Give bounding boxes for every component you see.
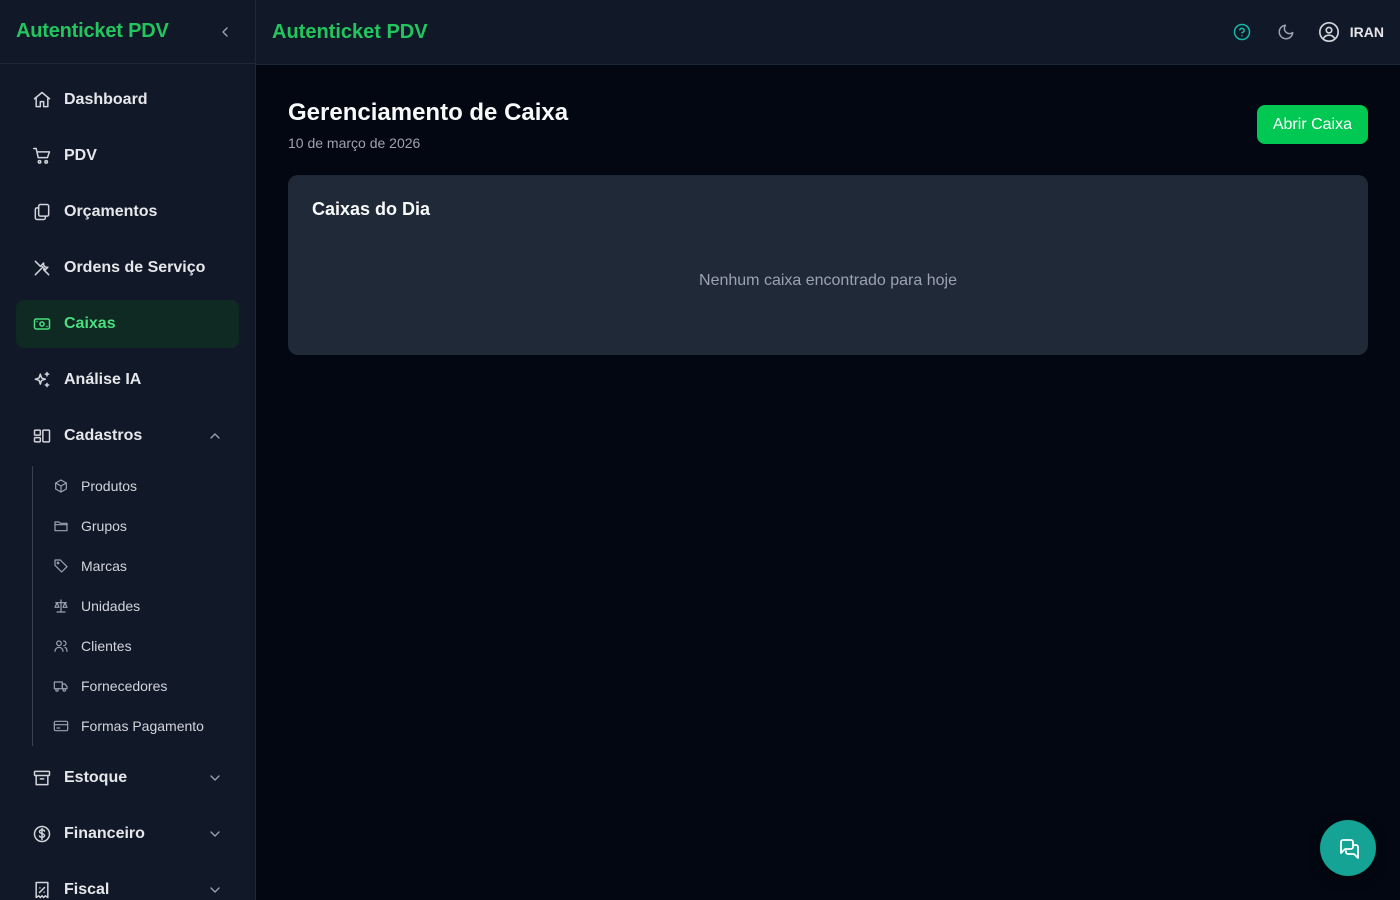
- topbar-actions: IRAN: [1230, 20, 1384, 44]
- sidebar-item-caixas[interactable]: Caixas: [16, 300, 239, 348]
- sidebar-subitem-unidades[interactable]: Unidades: [53, 586, 239, 626]
- chevron-left-icon: [222, 26, 228, 37]
- dollar-icon: [32, 824, 52, 844]
- cart-icon: [32, 146, 52, 166]
- tag-icon: [53, 558, 69, 574]
- collapse-sidebar-button[interactable]: [211, 18, 239, 46]
- chat-icon: [1340, 839, 1359, 859]
- help-button[interactable]: [1230, 20, 1254, 44]
- sidebar-item-label: Cadastros: [64, 427, 143, 444]
- main-content: Gerenciamento de Caixa 10 de março de 20…: [256, 65, 1400, 900]
- user-name: IRAN: [1349, 24, 1384, 40]
- card-icon: [53, 718, 69, 734]
- sidebar-item-label: Dashboard: [64, 91, 148, 108]
- sidebar-item-cadastros[interactable]: Cadastros: [16, 412, 239, 460]
- user-circle-icon: [1318, 22, 1339, 42]
- tools-icon: [32, 258, 52, 278]
- topbar-title: Autenticket PDV: [272, 20, 428, 43]
- page-heading: Gerenciamento de Caixa 10 de março de 20…: [288, 97, 568, 151]
- sidebar-item-label: PDV: [64, 147, 97, 164]
- topbar: Autenticket PDV IRAN: [256, 0, 1400, 65]
- open-cash-register-button[interactable]: Abrir Caixa: [1256, 105, 1368, 144]
- sidebar-item-dashboard[interactable]: Dashboard: [16, 76, 239, 124]
- sidebar-item-financeiro[interactable]: Financeiro: [16, 810, 239, 858]
- sidebar-item-analise-ia[interactable]: Análise IA: [16, 356, 239, 404]
- archive-icon: [32, 768, 52, 788]
- sidebar-item-label: Financeiro: [64, 825, 145, 842]
- moon-icon: [1278, 24, 1294, 40]
- sidebar: Autenticket PDV Dashboard PDV Orçamentos…: [0, 0, 256, 900]
- page-title: Gerenciamento de Caixa: [288, 99, 569, 126]
- truck-icon: [53, 678, 69, 694]
- page-header: Gerenciamento de Caixa 10 de março de 20…: [288, 97, 1368, 151]
- sparkles-icon: [32, 370, 52, 390]
- users-icon: [53, 638, 69, 654]
- sidebar-nav: Dashboard PDV Orçamentos Ordens de Servi…: [0, 64, 255, 900]
- sidebar-subitem-grupos[interactable]: Grupos: [53, 506, 239, 546]
- sidebar-subitem-label: Formas Pagamento: [81, 718, 204, 734]
- chevron-down-icon: [207, 826, 223, 842]
- sidebar-item-orcamentos[interactable]: Orçamentos: [16, 188, 239, 236]
- sidebar-item-estoque[interactable]: Estoque: [16, 754, 239, 802]
- sidebar-subitem-label: Grupos: [81, 518, 127, 534]
- sidebar-subitem-label: Produtos: [81, 478, 138, 494]
- box-icon: [53, 478, 69, 494]
- sidebar-subitem-formas-pagamento[interactable]: Formas Pagamento: [53, 706, 239, 746]
- folder-icon: [53, 518, 69, 534]
- sidebar-item-label: Análise IA: [64, 371, 142, 388]
- theme-toggle-button[interactable]: [1274, 20, 1298, 44]
- cash-icon: [32, 314, 52, 334]
- sidebar-subitem-label: Fornecedores: [81, 678, 168, 694]
- receipt-icon: [32, 880, 52, 900]
- card-title: Caixas do Dia: [312, 199, 431, 219]
- help-icon: [1233, 23, 1251, 41]
- grid-icon: [32, 426, 52, 446]
- sidebar-brand: Autenticket PDV: [16, 20, 169, 42]
- daily-cash-registers-card: Caixas do Dia Nenhum caixa encontrado pa…: [288, 175, 1368, 355]
- cadastros-submenu: Produtos Grupos Marcas Unidades Clientes…: [32, 466, 239, 746]
- sidebar-subitem-marcas[interactable]: Marcas: [53, 546, 239, 586]
- sidebar-item-pdv[interactable]: PDV: [16, 132, 239, 180]
- chevron-up-icon: [207, 428, 223, 444]
- sidebar-item-label: Caixas: [64, 315, 116, 332]
- chevron-down-icon: [207, 882, 223, 898]
- sidebar-subitem-label: Marcas: [81, 558, 127, 574]
- sidebar-item-fiscal[interactable]: Fiscal: [16, 866, 239, 900]
- sidebar-item-label: Orçamentos: [64, 203, 158, 220]
- sidebar-item-label: Estoque: [64, 769, 128, 786]
- sidebar-item-label: Fiscal: [64, 881, 110, 898]
- sidebar-subitem-produtos[interactable]: Produtos: [53, 466, 239, 506]
- chevron-down-icon: [207, 770, 223, 786]
- scale-icon: [53, 598, 69, 614]
- sidebar-subitem-clientes[interactable]: Clientes: [53, 626, 239, 666]
- home-icon: [32, 90, 52, 110]
- sidebar-header: Autenticket PDV: [0, 0, 255, 64]
- documents-icon: [32, 202, 52, 222]
- sidebar-subitem-label: Clientes: [81, 638, 132, 654]
- chat-button[interactable]: [1320, 820, 1376, 876]
- sidebar-subitem-fornecedores[interactable]: Fornecedores: [53, 666, 239, 706]
- user-menu[interactable]: IRAN: [1318, 21, 1384, 43]
- page-date: 10 de março de 2026: [288, 135, 421, 151]
- sidebar-item-ordens-servico[interactable]: Ordens de Serviço: [16, 244, 239, 292]
- sidebar-subitem-label: Unidades: [81, 598, 141, 614]
- sidebar-item-label: Ordens de Serviço: [64, 259, 206, 276]
- empty-state-message: Nenhum caixa encontrado para hoje: [699, 272, 957, 289]
